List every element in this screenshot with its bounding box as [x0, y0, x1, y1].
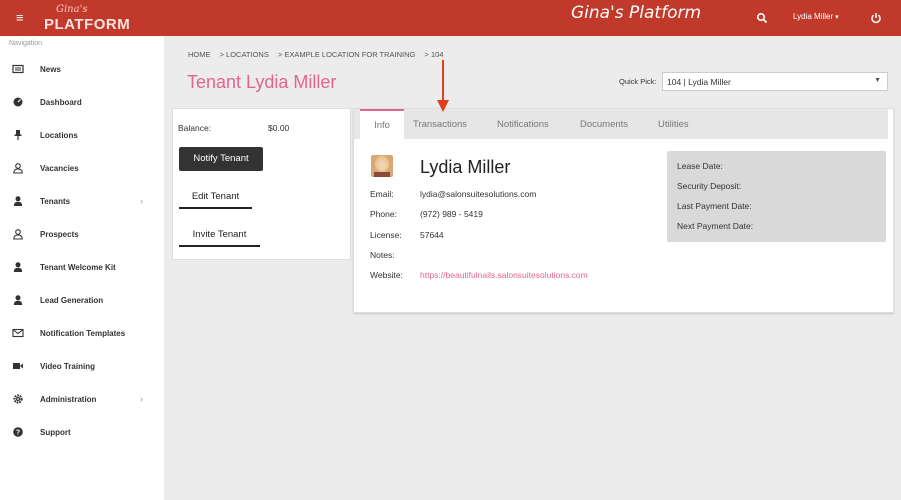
phone-label: Phone: [370, 209, 397, 219]
sidebar-item-dashboard[interactable]: Dashboard [0, 92, 164, 114]
breadcrumb-home[interactable]: HOME [188, 50, 211, 59]
user-outline-icon [13, 163, 23, 174]
invite-tenant-button[interactable]: Invite Tenant [179, 223, 260, 247]
tenant-detail-card: Info Transactions Notifications Document… [353, 108, 894, 313]
sidebar-item-news[interactable]: News [0, 59, 164, 81]
website-label: Website: [370, 270, 403, 280]
annotation-arrow-icon [437, 60, 449, 112]
search-icon[interactable] [756, 12, 768, 24]
dropdown-arrow-icon: ▼ [874, 77, 881, 84]
sidebar-item-label: Vacancies [40, 164, 79, 173]
security-deposit-label: Security Deposit: [677, 181, 742, 191]
email-label: Email: [370, 189, 394, 199]
breadcrumb-locations[interactable]: > LOCATIONS [220, 50, 269, 59]
sidebar-item-label: News [40, 65, 61, 74]
sidebar-item-locations[interactable]: Locations [0, 125, 164, 147]
lease-date-label: Lease Date: [677, 161, 723, 171]
notes-label: Notes: [370, 250, 395, 260]
sidebar-item-label: Video Training [40, 362, 95, 371]
tab-notifications[interactable]: Notifications [497, 109, 549, 139]
video-icon [13, 363, 23, 369]
sidebar-item-support[interactable]: ? Support [0, 422, 164, 444]
breadcrumb-current: > 104 [424, 50, 444, 59]
balance-label: Balance: [178, 123, 212, 133]
sidebar-item-label: Tenant Welcome Kit [40, 263, 116, 272]
breadcrumb: HOME > LOCATIONS > EXAMPLE LOCATION FOR … [188, 50, 450, 59]
sidebar-item-prospects[interactable]: Prospects [0, 224, 164, 246]
license-value: 57644 [420, 230, 444, 240]
next-payment-date-label: Next Payment Date: [677, 221, 754, 231]
avatar [371, 155, 393, 177]
top-bar: ≡ Gina's PLATFORM Gina's Platform Lydia … [0, 0, 901, 36]
envelope-icon [12, 328, 24, 338]
app-title: Gina's Platform [571, 3, 702, 23]
chevron-right-icon: › [140, 196, 143, 206]
license-label: License: [370, 230, 402, 240]
sidebar-item-label: Lead Generation [40, 296, 104, 305]
sidebar-item-label: Prospects [40, 230, 79, 239]
newspaper-icon [12, 64, 24, 74]
tab-utilities[interactable]: Utilities [658, 109, 689, 139]
sidebar-item-lead-generation[interactable]: Lead Generation [0, 290, 164, 312]
logo-brand: PLATFORM [44, 16, 131, 33]
sidebar-item-label: Dashboard [40, 98, 82, 107]
logo[interactable]: Gina's PLATFORM [44, 4, 130, 34]
chevron-down-icon: ▾ [835, 14, 839, 21]
user-icon [13, 196, 23, 206]
sidebar-item-video-training[interactable]: Video Training [0, 356, 164, 378]
sidebar-item-label: Locations [40, 131, 78, 140]
sidebar-item-notification-templates[interactable]: Notification Templates [0, 323, 164, 345]
sidebar-item-label: Tenants [40, 197, 71, 206]
edit-tenant-button[interactable]: Edit Tenant [179, 185, 252, 209]
breadcrumb-location[interactable]: > EXAMPLE LOCATION FOR TRAINING [278, 50, 415, 59]
last-payment-date-label: Last Payment Date: [677, 201, 752, 211]
user-icon [13, 295, 23, 305]
sidebar-item-label: Administration [40, 395, 97, 404]
phone-value: (972) 989 - 5419 [420, 209, 483, 219]
nav-heading: Navigation [9, 40, 43, 47]
sidebar-item-tenants[interactable]: Tenants › [0, 191, 164, 213]
svg-text:?: ? [16, 430, 20, 437]
page-title: Tenant Lydia Miller [187, 72, 337, 92]
pin-icon [14, 130, 22, 140]
power-icon[interactable] [870, 12, 882, 24]
hamburger-menu-icon[interactable]: ≡ [16, 11, 24, 24]
user-menu[interactable]: Lydia Miller ▾ [793, 12, 839, 21]
user-outline-icon [13, 229, 23, 240]
lease-info-box: Lease Date: Security Deposit: Last Payme… [667, 151, 886, 242]
sidebar-item-label: Notification Templates [40, 329, 126, 338]
quick-pick-value: 104 | Lydia Miller [667, 77, 731, 87]
user-name: Lydia Miller [793, 12, 834, 21]
notify-tenant-button[interactable]: Notify Tenant [179, 147, 263, 171]
tenant-actions-card: Balance: $0.00 Notify Tenant Edit Tenant… [172, 108, 351, 260]
tenant-name: Lydia Miller [420, 157, 511, 177]
sidebar-item-administration[interactable]: Administration › [0, 389, 164, 411]
email-value: lydia@salonsuitesolutions.com [420, 189, 537, 199]
balance-value: $0.00 [268, 123, 290, 133]
sidebar-item-vacancies[interactable]: Vacancies [0, 158, 164, 180]
sidebar: Navigation News Dashboard Locations Vaca… [0, 36, 164, 500]
quick-pick-select[interactable]: 104 | Lydia Miller ▼ [662, 72, 888, 91]
quick-pick-label: Quick Pick: [619, 77, 657, 86]
tab-documents[interactable]: Documents [580, 109, 628, 139]
tab-info[interactable]: Info [360, 109, 404, 139]
chevron-right-icon: › [140, 394, 143, 404]
dashboard-icon [13, 97, 23, 107]
website-link[interactable]: https://beautifulnails.salonsuitesolutio… [420, 270, 588, 280]
sidebar-item-label: Support [40, 428, 71, 437]
logo-script: Gina's [56, 4, 88, 15]
user-icon [13, 262, 23, 272]
sidebar-item-tenant-welcome-kit[interactable]: Tenant Welcome Kit [0, 257, 164, 279]
gear-icon [13, 394, 23, 404]
question-icon: ? [13, 427, 23, 437]
